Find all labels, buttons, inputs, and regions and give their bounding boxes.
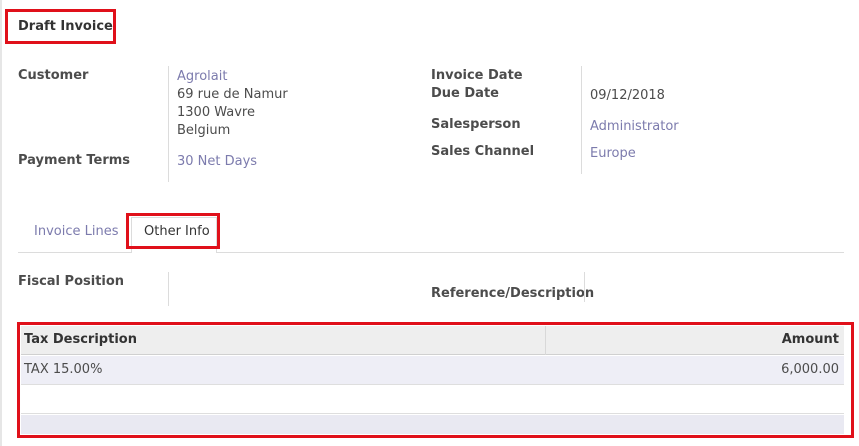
page-title: Draft Invoice [18,19,113,34]
invoice-date-label: Invoice Date [431,68,523,83]
tax-table-highlight-box [17,322,854,438]
salesperson-link[interactable]: Administrator [590,119,679,134]
customer-street: 69 rue de Namur [177,87,288,102]
customer-country: Belgium [177,123,231,138]
customer-label: Customer [18,68,89,83]
payment-terms-label: Payment Terms [18,153,131,168]
right-field-separator [581,66,582,174]
salesperson-label: Salesperson [431,117,521,132]
tab-invoice-lines[interactable]: Invoice Lines [34,224,118,239]
sales-channel-label: Sales Channel [431,144,535,159]
reference-separator [584,272,585,302]
due-date-value: 09/12/2018 [590,88,665,103]
payment-terms-link[interactable]: 30 Net Days [177,154,257,169]
customer-name-link[interactable]: Agrolait [177,69,227,84]
fiscal-position-separator [168,272,169,306]
form-left-border [0,0,2,446]
sales-channel-link[interactable]: Europe [590,146,636,161]
due-date-label: Due Date [431,86,499,101]
tab-other-info[interactable]: Other Info [144,224,210,239]
reference-description-label: Reference/Description [431,286,595,301]
fiscal-position-label: Fiscal Position [18,274,125,289]
customer-city: 1300 Wavre [177,105,255,120]
left-field-separator [168,66,169,182]
